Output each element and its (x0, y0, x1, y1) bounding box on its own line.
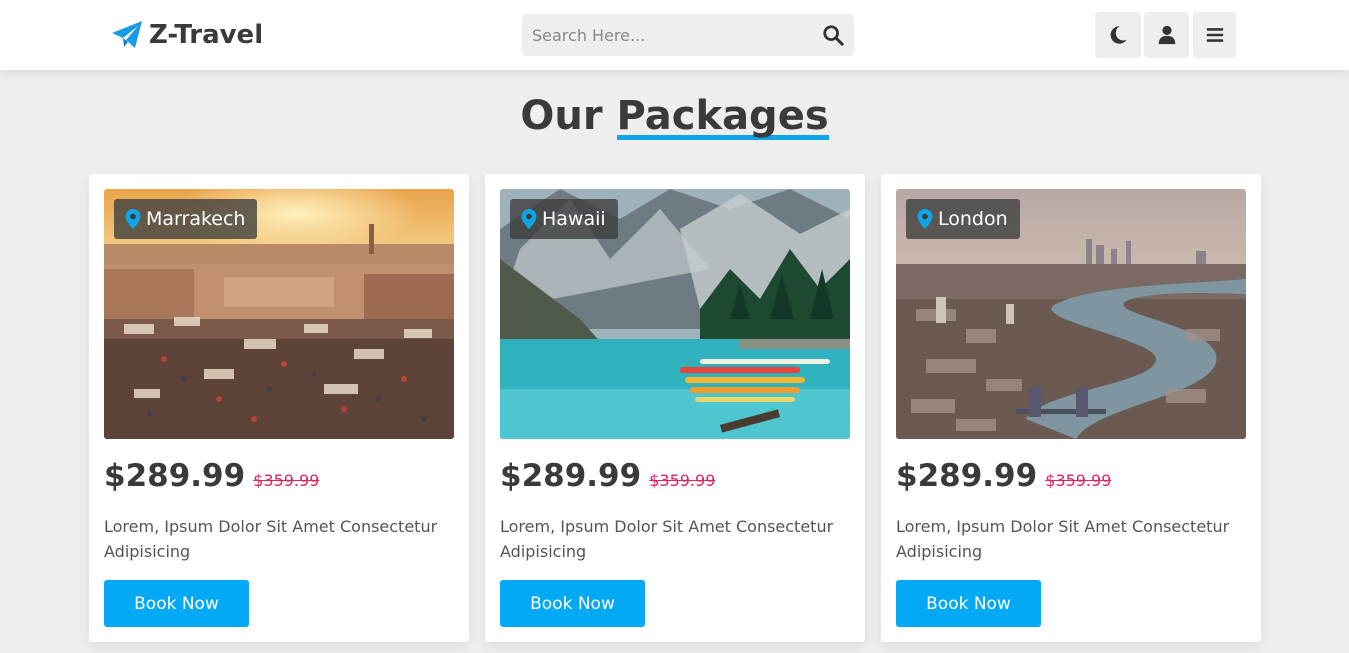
package-card: London $289.99 $359.99 Lorem, Ipsum Dolo… (881, 174, 1261, 642)
user-icon (1158, 25, 1175, 45)
old-price: $359.99 (649, 471, 716, 490)
search-button[interactable] (812, 14, 854, 56)
book-now-button[interactable]: Book Now (104, 580, 249, 627)
location-name: London (938, 208, 1008, 230)
book-now-button[interactable]: Book Now (500, 580, 645, 627)
site-header: Z-Travel (0, 0, 1349, 70)
map-marker-icon (521, 209, 537, 229)
price-row: $289.99 $359.99 (500, 458, 715, 494)
search-icon (823, 25, 844, 46)
location-badge: Hawaii (510, 199, 618, 239)
price-row: $289.99 $359.99 (896, 458, 1111, 494)
menu-button[interactable] (1193, 12, 1236, 58)
package-image-london: London (896, 189, 1246, 439)
current-price: $289.99 (500, 458, 642, 494)
package-image-marrakech: Marrakech (104, 189, 454, 439)
account-button[interactable] (1144, 12, 1189, 58)
moon-icon (1110, 26, 1127, 44)
map-marker-icon (917, 209, 933, 229)
heading-highlight: Packages (616, 88, 829, 144)
package-card: Marrakech $289.99 $359.99 Lorem, Ipsum D… (89, 174, 469, 642)
package-description: Lorem, Ipsum Dolor Sit Amet Consectetur … (896, 517, 1230, 561)
location-badge: Marrakech (114, 199, 258, 239)
paper-plane-icon (111, 19, 143, 51)
current-price: $289.99 (896, 458, 1038, 494)
logo-text: Z-Travel (149, 20, 264, 50)
theme-toggle-button[interactable] (1095, 12, 1141, 58)
package-description: Lorem, Ipsum Dolor Sit Amet Consectetur … (104, 517, 438, 561)
heading-highlight-text: Packages (616, 93, 829, 139)
search-input[interactable] (522, 14, 812, 56)
current-price: $289.99 (104, 458, 246, 494)
price-row: $289.99 $359.99 (104, 458, 319, 494)
section-heading: Our Packages (0, 88, 1349, 144)
book-now-button[interactable]: Book Now (896, 580, 1041, 627)
package-card: Hawaii $289.99 $359.99 Lorem, Ipsum Dolo… (485, 174, 865, 642)
old-price: $359.99 (1045, 471, 1112, 490)
package-description: Lorem, Ipsum Dolor Sit Amet Consectetur … (500, 517, 834, 561)
old-price: $359.99 (253, 471, 320, 490)
map-marker-icon (125, 209, 141, 229)
logo-link[interactable]: Z-Travel (111, 18, 263, 52)
location-badge: London (906, 199, 1020, 239)
heading-plain-text: Our (520, 93, 617, 139)
location-name: Hawaii (542, 208, 606, 230)
hamburger-menu-icon (1206, 28, 1223, 42)
package-image-hawaii: Hawaii (500, 189, 850, 439)
location-name: Marrakech (146, 208, 246, 230)
search-form (522, 14, 854, 56)
